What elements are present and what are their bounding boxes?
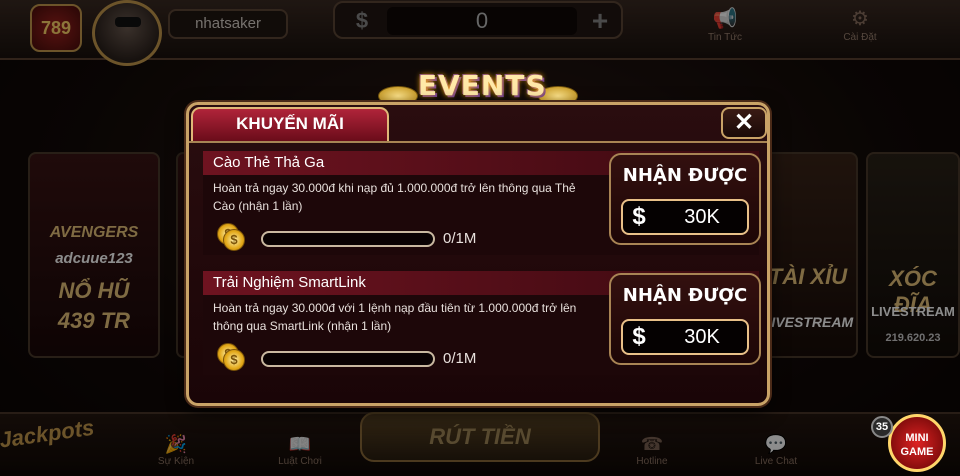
tab-promotions[interactable]: KHUYẾN MÃI [191, 107, 389, 141]
claim-button[interactable]: $ 30K [621, 199, 749, 235]
promotion-card: Cào Thẻ Thả Ga Hoàn trả ngay 30.000đ khi… [203, 151, 761, 255]
claim-button[interactable]: $ 30K [621, 319, 749, 355]
minigame-button[interactable]: MINI GAME [888, 414, 946, 472]
minigame-count-badge: 35 [871, 416, 893, 438]
claim-panel: NHẬN ĐƯỢC $ 30K [609, 273, 761, 365]
dollar-icon: $ [632, 203, 646, 230]
coin-icon: $$ [217, 223, 247, 253]
dollar-icon: $ [632, 323, 646, 350]
promotion-card: Trải Nghiệm SmartLink Hoàn trả ngay 30.0… [203, 271, 761, 375]
claim-amount: 30K [684, 326, 720, 348]
promotion-description: Hoàn trả ngay 30.000đ khi nạp đủ 1.000.0… [213, 181, 576, 213]
header-divider [189, 141, 767, 143]
promotion-description: Hoàn trả ngay 30.000đ với 1 lệnh nạp đầu… [213, 301, 577, 333]
promotion-dialog: KHUYẾN MÃI ✕ Cào Thẻ Thả Ga Hoàn trả nga… [186, 102, 770, 406]
close-button[interactable]: ✕ [721, 107, 767, 139]
events-title: EVENTS [418, 69, 547, 102]
coin-icon: $$ [217, 343, 247, 373]
progress-text: 0/1M [443, 350, 477, 367]
progress-bar [261, 351, 435, 367]
claim-label: NHẬN ĐƯỢC [622, 165, 748, 186]
claim-panel: NHẬN ĐƯỢC $ 30K [609, 153, 761, 245]
claim-amount: 30K [684, 206, 720, 228]
progress-bar [261, 231, 435, 247]
claim-label: NHẬN ĐƯỢC [622, 285, 748, 306]
progress-text: 0/1M [443, 230, 477, 247]
